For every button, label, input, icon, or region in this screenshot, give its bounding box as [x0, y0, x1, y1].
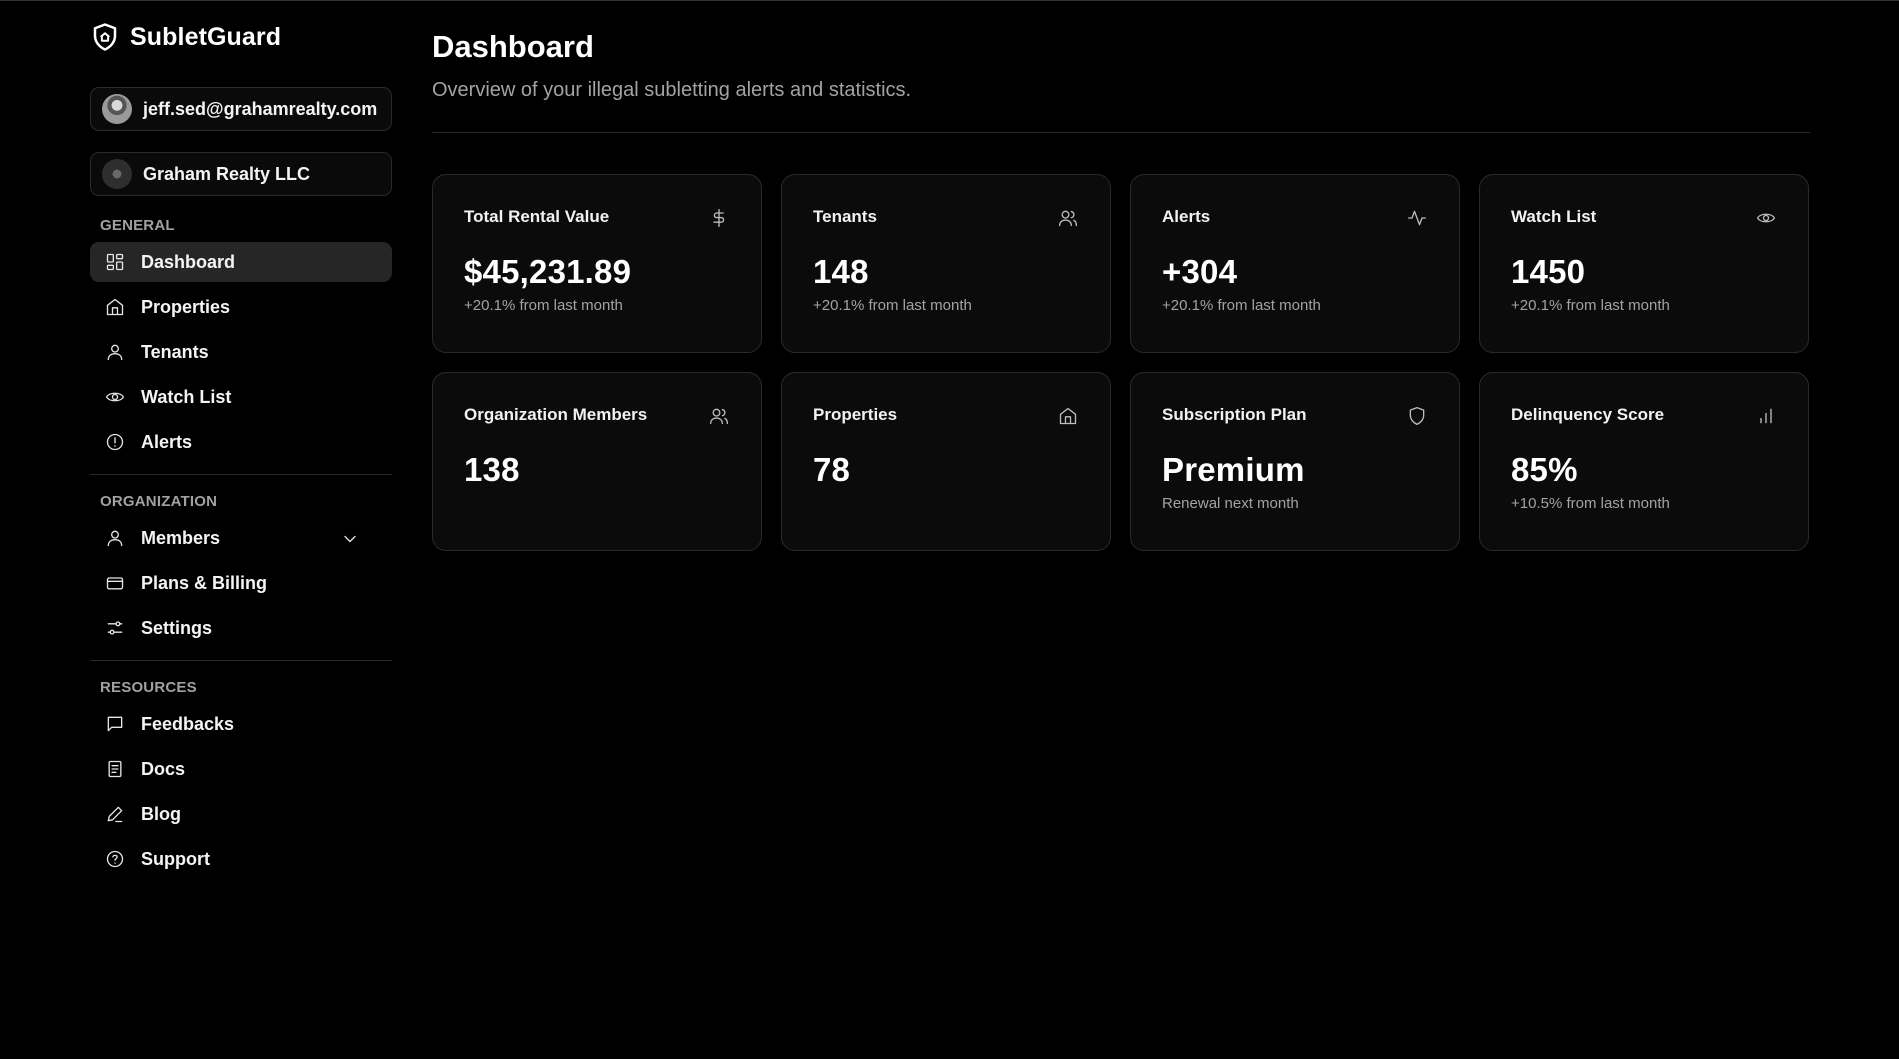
sidebar-divider — [90, 474, 392, 475]
organization-switcher[interactable]: Graham Realty LLC — [90, 152, 392, 196]
sidebar-item-label: Alerts — [141, 431, 193, 452]
card-title: Tenants — [813, 207, 877, 226]
sidebar-item-label: Dashboard — [141, 251, 236, 272]
home-icon — [1059, 407, 1077, 425]
home-icon — [106, 298, 124, 316]
sliders-icon — [107, 621, 123, 635]
sidebar-item-label: Watch List — [141, 386, 232, 407]
user-icon — [107, 344, 123, 361]
card-title: Delinquency Score — [1511, 405, 1665, 424]
brand[interactable]: SubletGuard — [90, 1, 392, 73]
sidebar-item-label: Settings — [141, 617, 213, 638]
shield-logo-icon — [93, 23, 117, 51]
stat-card-tenants: Tenants 148 +20.1% from last month — [781, 174, 1111, 353]
credit-card-icon — [106, 577, 124, 590]
sidebar-item-feedbacks[interactable]: Feedbacks — [90, 704, 392, 744]
user-icon — [107, 530, 123, 547]
users-icon — [1059, 210, 1077, 227]
card-title: Subscription Plan — [1162, 405, 1307, 424]
dashboard-icon — [106, 253, 124, 271]
sidebar-item-settings[interactable]: Settings — [90, 608, 392, 648]
eye-icon — [1757, 213, 1775, 223]
sidebar-item-support[interactable]: Support — [90, 839, 392, 879]
main-content: Dashboard Overview of your illegal suble… — [432, 1, 1810, 551]
document-icon — [108, 760, 122, 778]
pencil-icon — [107, 806, 123, 823]
stat-card-subscription-plan: Subscription Plan Premium Renewal next m… — [1130, 372, 1460, 551]
stat-card-organization-members: Organization Members 138 — [432, 372, 762, 551]
bar-chart-icon — [1760, 408, 1772, 424]
card-note: Renewal next month — [1162, 495, 1299, 512]
sidebar-item-label: Tenants — [141, 341, 209, 362]
chevron-down-icon[interactable] — [340, 529, 360, 549]
card-title: Organization Members — [464, 405, 648, 424]
card-title: Watch List — [1511, 207, 1597, 226]
eye-icon — [106, 392, 125, 402]
sidebar-item-watch-list[interactable]: Watch List — [90, 377, 392, 417]
sidebar-item-members[interactable]: Members — [90, 518, 392, 558]
sidebar-item-label: Docs — [141, 758, 186, 779]
sidebar-item-label: Properties — [141, 296, 231, 317]
sidebar-item-label: Feedbacks — [141, 713, 235, 734]
sidebar-item-alerts[interactable]: Alerts — [90, 422, 392, 462]
sidebar-item-label: Plans & Billing — [141, 572, 268, 593]
card-value: +304 — [1162, 253, 1238, 290]
stat-card-properties: Properties 78 — [781, 372, 1111, 551]
card-note: +10.5% from last month — [1511, 495, 1670, 512]
header-divider — [432, 132, 1810, 133]
sidebar: SubletGuard jeff.sed@grahamrealty.com Gr… — [90, 1, 392, 884]
shield-icon — [1409, 407, 1425, 425]
user-avatar — [102, 94, 132, 124]
card-value: 85% — [1511, 451, 1578, 488]
message-square-icon — [107, 716, 123, 732]
card-value: Premium — [1162, 451, 1305, 488]
brand-name: SubletGuard — [130, 22, 282, 51]
card-value: $45,231.89 — [464, 253, 632, 290]
stat-card-watch-list: Watch List 1450 +20.1% from last month — [1479, 174, 1809, 353]
sidebar-item-dashboard[interactable]: Dashboard — [90, 242, 392, 282]
organization-avatar — [102, 159, 132, 189]
sidebar-item-docs[interactable]: Docs — [90, 749, 392, 789]
stats-grid: Total Rental Value $45,231.89 +20.1% fro… — [432, 174, 1810, 551]
section-title-organization: ORGANIZATION — [100, 493, 218, 510]
sidebar-item-plans-billing[interactable]: Plans & Billing — [90, 563, 392, 603]
sidebar-item-blog[interactable]: Blog — [90, 794, 392, 834]
user-email: jeff.sed@grahamrealty.com — [143, 98, 378, 119]
sidebar-item-properties[interactable]: Properties — [90, 287, 392, 327]
card-title: Alerts — [1162, 207, 1211, 226]
card-note: +20.1% from last month — [1511, 297, 1670, 314]
card-note: +20.1% from last month — [1162, 297, 1321, 314]
card-value: 138 — [464, 451, 520, 488]
page-title: Dashboard — [432, 29, 594, 64]
section-title-general: GENERAL — [100, 217, 175, 234]
card-note: +20.1% from last month — [464, 297, 623, 314]
app-root: SubletGuard jeff.sed@grahamrealty.com Gr… — [0, 0, 1899, 1059]
sidebar-item-label: Blog — [141, 803, 181, 824]
dollar-icon — [713, 209, 725, 227]
card-note: +20.1% from last month — [813, 297, 972, 314]
stat-card-total-rental-value: Total Rental Value $45,231.89 +20.1% fro… — [432, 174, 762, 353]
card-title: Total Rental Value — [464, 207, 610, 226]
users-icon — [710, 408, 728, 425]
sidebar-item-label: Members — [141, 527, 221, 548]
stat-card-delinquency-score: Delinquency Score 85% +10.5% from last m… — [1479, 372, 1809, 551]
section-title-resources: RESOURCES — [100, 679, 197, 696]
card-value: 1450 — [1511, 253, 1586, 290]
sidebar-item-tenants[interactable]: Tenants — [90, 332, 392, 372]
user-account-switcher[interactable]: jeff.sed@grahamrealty.com — [90, 87, 392, 131]
card-value: 78 — [813, 451, 851, 488]
card-title: Properties — [813, 405, 898, 424]
activity-icon — [1408, 210, 1426, 226]
sidebar-item-label: Support — [141, 848, 210, 869]
help-circle-icon — [106, 850, 124, 868]
page-subtitle: Overview of your illegal subletting aler… — [432, 79, 912, 101]
organization-name: Graham Realty LLC — [143, 163, 311, 184]
stat-card-alerts: Alerts +304 +20.1% from last month — [1130, 174, 1460, 353]
sidebar-divider — [90, 660, 392, 661]
card-value: 148 — [813, 253, 869, 290]
alert-circle-icon — [106, 433, 124, 451]
